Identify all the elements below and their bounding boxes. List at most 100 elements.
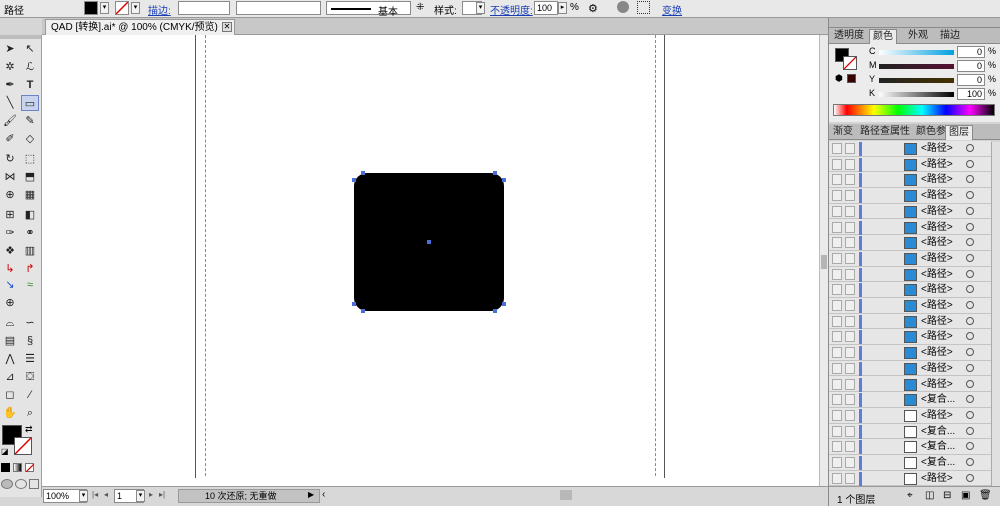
slice-tool-icon[interactable]: ⁄ — [21, 387, 39, 403]
lock-toggle[interactable] — [845, 315, 855, 327]
slider-track-k[interactable] — [879, 92, 954, 97]
width-tool-icon[interactable]: ⋈ — [1, 169, 19, 185]
target-circle-icon[interactable] — [966, 458, 974, 466]
target-circle-icon[interactable] — [966, 191, 974, 200]
layer-name[interactable]: <路径> — [921, 173, 953, 187]
layer-row[interactable]: <复合... — [829, 423, 991, 440]
visibility-toggle[interactable] — [832, 252, 842, 264]
tab-layers[interactable]: 图层 — [945, 125, 973, 140]
layer-name[interactable]: <路径> — [921, 409, 953, 423]
layer-row[interactable]: <路径> — [829, 470, 991, 486]
target-circle-icon[interactable] — [966, 144, 974, 152]
stroke-dropdown-arrow[interactable]: ▾ — [131, 2, 140, 14]
canvas[interactable] — [42, 35, 819, 486]
lock-toggle[interactable] — [845, 409, 855, 421]
target-circle-icon[interactable] — [966, 473, 974, 482]
target-circle-icon[interactable] — [966, 332, 974, 341]
tools-panel-grip[interactable] — [0, 35, 41, 39]
layer-name[interactable]: <复合... — [921, 425, 955, 439]
visibility-toggle[interactable] — [832, 205, 842, 217]
gradient-mode-icon[interactable] — [13, 463, 22, 472]
blob-brush-tool-icon[interactable]: ✐ — [1, 131, 19, 147]
none-mode-icon[interactable] — [25, 463, 35, 473]
visibility-toggle[interactable] — [832, 237, 842, 249]
channel-value-y[interactable]: 0 — [957, 74, 985, 86]
vertical-scroll-thumb[interactable] — [821, 255, 827, 269]
tab-appearance[interactable]: 外观 — [905, 29, 931, 44]
layer-name[interactable]: <路径> — [921, 189, 953, 203]
layer-name[interactable]: <路径> — [921, 378, 953, 392]
measure-tool-icon[interactable]: ⊿ — [1, 369, 19, 385]
hand-tool-icon[interactable]: ✋ — [1, 405, 19, 421]
lock-toggle[interactable] — [845, 284, 855, 296]
layer-name[interactable]: <路径> — [921, 158, 953, 172]
stroke-label[interactable]: 描边: — [148, 2, 171, 17]
visibility-toggle[interactable] — [832, 158, 842, 170]
lasso-tool-icon[interactable]: ℒ — [21, 59, 39, 75]
perspective-grid-tool-icon[interactable]: ▦ — [21, 187, 39, 203]
tab-gradient[interactable]: 渐变 — [830, 125, 856, 140]
target-circle-icon[interactable] — [966, 159, 974, 168]
color-mode-icon[interactable] — [1, 463, 10, 472]
artboard-dropdown-arrow[interactable]: ▾ — [136, 490, 145, 502]
envelope-tool-icon[interactable]: ⌓ — [1, 315, 19, 331]
layer-row[interactable]: <路径> — [829, 360, 991, 377]
layer-name[interactable]: <路径> — [921, 315, 953, 329]
direct-selection-tool-icon[interactable]: ↖ — [21, 41, 39, 57]
lock-toggle[interactable] — [845, 300, 855, 311]
channel-value-k[interactable]: 100 — [957, 88, 985, 100]
lock-toggle[interactable] — [845, 347, 855, 359]
layer-name[interactable]: <路径> — [921, 268, 953, 282]
visibility-toggle[interactable] — [832, 331, 842, 343]
layer-row[interactable]: <路径> — [829, 141, 991, 157]
default-colors-icon[interactable]: ◪ — [1, 447, 9, 456]
swirl-tool-icon[interactable]: § — [21, 333, 39, 349]
out-of-gamut-cube-icon[interactable]: ⬢ — [835, 73, 843, 84]
fill-swatch[interactable] — [84, 1, 98, 15]
visibility-toggle[interactable] — [832, 190, 842, 202]
swap-fill-stroke-icon[interactable]: ⇄ — [25, 424, 33, 435]
visibility-toggle[interactable] — [832, 174, 842, 186]
horizontal-scroll-thumb[interactable] — [560, 490, 572, 500]
layer-row[interactable]: <路径> — [829, 298, 991, 314]
visibility-toggle[interactable] — [832, 347, 842, 359]
stroke-swatch[interactable] — [115, 1, 129, 15]
lock-toggle[interactable] — [845, 394, 855, 406]
screen-mode-icon[interactable] — [29, 479, 39, 489]
previous-artboard-icon[interactable]: ◂ — [104, 490, 108, 499]
tab-attributes[interactable]: 属性 — [887, 125, 913, 140]
mesh-tool-icon[interactable]: ⊞ — [1, 207, 19, 223]
visibility-toggle[interactable] — [832, 268, 842, 280]
zoom-dropdown-arrow[interactable]: ▾ — [79, 490, 88, 502]
target-circle-icon[interactable] — [966, 442, 974, 451]
visibility-toggle[interactable] — [832, 221, 842, 233]
target-circle-icon[interactable] — [966, 348, 974, 357]
lock-toggle[interactable] — [845, 362, 855, 374]
layer-name[interactable]: <复合... — [921, 456, 955, 470]
layer-row[interactable]: <路径> — [829, 376, 991, 393]
layer-row[interactable]: <路径> — [829, 203, 991, 220]
visibility-toggle[interactable] — [832, 362, 842, 374]
lock-toggle[interactable] — [845, 441, 855, 453]
visibility-toggle[interactable] — [832, 284, 842, 296]
fill-dropdown-arrow[interactable]: ▾ — [100, 2, 109, 14]
target-circle-icon[interactable] — [966, 395, 974, 404]
transform-link[interactable]: 变换 — [662, 2, 682, 17]
eraser-tool-icon[interactable]: ◇ — [21, 131, 39, 147]
target-circle-icon[interactable] — [966, 426, 974, 435]
target-circle-icon[interactable] — [966, 253, 974, 262]
graphic-style-icon[interactable] — [617, 1, 629, 13]
wave-tool-green-icon[interactable]: ≈ — [21, 277, 39, 293]
draw-behind-icon[interactable] — [15, 479, 27, 489]
visibility-toggle[interactable] — [832, 143, 842, 154]
layer-name[interactable]: <复合... — [921, 440, 955, 454]
anchor-tool-blue-icon[interactable]: ↘ — [1, 277, 19, 293]
rectangle-tool-icon[interactable]: ▭ — [21, 95, 39, 111]
lock-toggle[interactable] — [845, 378, 855, 390]
lock-toggle[interactable] — [845, 221, 855, 233]
target-circle-icon[interactable] — [966, 316, 974, 325]
visibility-toggle[interactable] — [832, 409, 842, 421]
close-tab-icon[interactable]: ✕ — [222, 22, 232, 32]
live-paint-tool-icon[interactable]: ⛋ — [21, 369, 39, 385]
channel-value-c[interactable]: 0 — [957, 46, 985, 58]
